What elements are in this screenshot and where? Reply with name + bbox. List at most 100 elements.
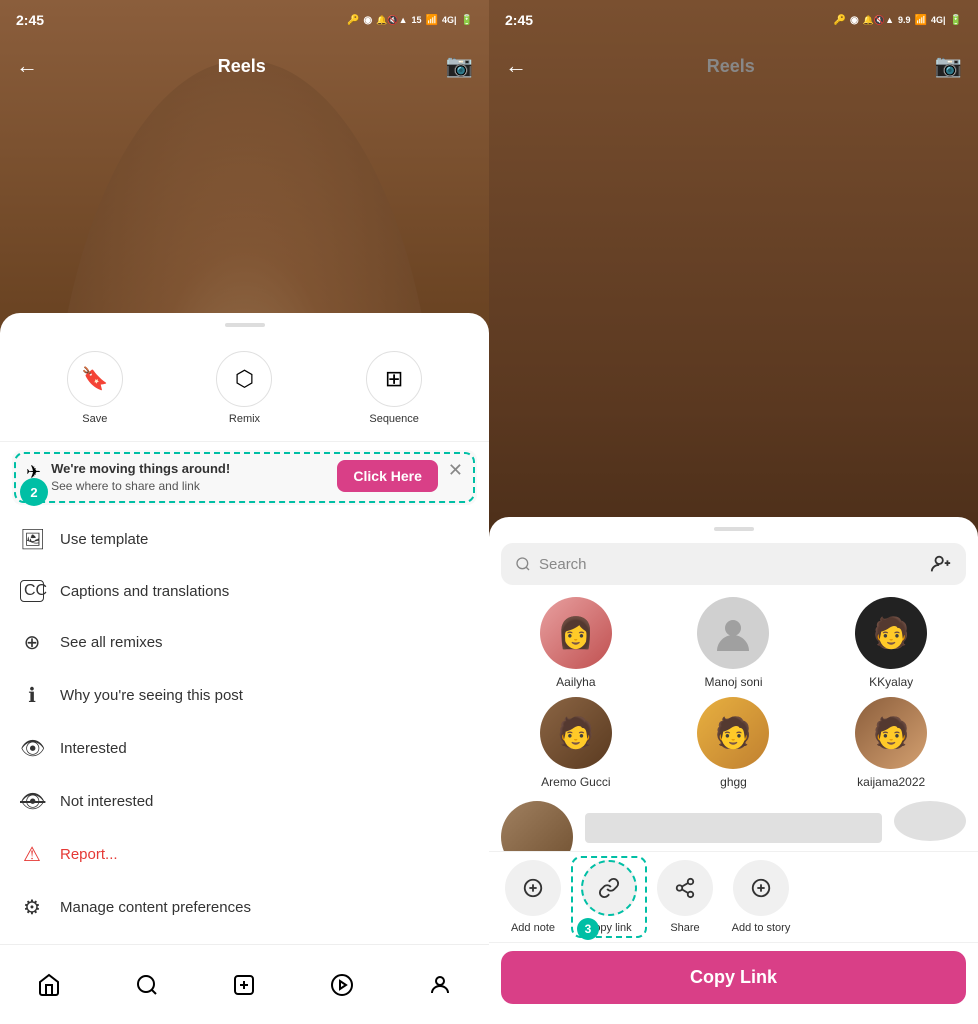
camera-icon-right[interactable]: 📷	[935, 53, 962, 79]
nav-reels[interactable]	[330, 973, 354, 997]
report-label: Report...	[60, 846, 118, 863]
sheet-icons-row: 🔖 Save ⬡ Remix ⊞ Sequence	[0, 343, 489, 442]
partial-contact-row	[489, 801, 978, 851]
sheet-handle	[225, 323, 265, 327]
contact-aailyha[interactable]: 👩 Aailyha	[501, 597, 651, 689]
captions-label: Captions and translations	[60, 583, 229, 600]
report-item[interactable]: ⚠ Report...	[0, 828, 489, 881]
share-actions-row: Add note Copy link Share A	[489, 851, 978, 943]
remixes-label: See all remixes	[60, 634, 163, 651]
status-icons-right: 🔑 ◉ 🔔🔇▲ 9.9 📶 4G| 🔋	[834, 15, 962, 26]
time-left: 2:45	[16, 12, 44, 28]
contact-name-manoj: Manoj soni	[704, 675, 762, 689]
banner-title: We're moving things around!	[51, 460, 327, 478]
captions-item[interactable]: CC Captions and translations	[0, 566, 489, 616]
avatar-kkyalay: 🧑	[855, 597, 927, 669]
time-right: 2:45	[505, 12, 533, 28]
add-person-icon	[930, 553, 952, 575]
back-button-right[interactable]: ←	[505, 53, 527, 79]
bottom-nav-left	[0, 944, 489, 1024]
contact-name-aailyha: Aailyha	[556, 675, 595, 689]
partial-text	[585, 813, 882, 843]
avatar-kaijama: 🧑	[855, 697, 927, 769]
interested-item[interactable]: 👁 Interested	[0, 722, 489, 775]
search-placeholder: Search	[539, 556, 587, 573]
partial-avatar-2	[894, 801, 966, 841]
use-template-item[interactable]: 🖼 Use template	[0, 513, 489, 566]
top-nav-left: ← Reels 📷	[0, 40, 489, 92]
add-person-button[interactable]	[930, 553, 952, 575]
remix-option[interactable]: ⬡ Remix	[216, 351, 272, 425]
captions-icon: CC	[20, 580, 44, 602]
share-action-btn[interactable]: Share	[653, 860, 717, 934]
copy-link-button[interactable]: Copy Link	[501, 951, 966, 1004]
why-seeing-item[interactable]: ℹ Why you're seeing this post	[0, 669, 489, 722]
nav-title-right: Reels	[707, 56, 755, 77]
camera-icon-left[interactable]: 📷	[446, 53, 473, 79]
interested-label: Interested	[60, 740, 127, 757]
nav-search[interactable]	[135, 973, 159, 997]
contact-kkyalay[interactable]: 🧑 KKyalay	[816, 597, 966, 689]
manage-content-item[interactable]: ⚙ Manage content preferences	[0, 881, 489, 934]
share-sheet: Search 👩 Aailyha Manoj soni 🧑 KKyalay	[489, 517, 978, 1024]
notification-banner: ✈ We're moving things around! See where …	[12, 450, 477, 505]
contact-name-kaijama: kaijama2022	[857, 775, 925, 789]
nav-home[interactable]	[37, 973, 61, 997]
contact-ghgg[interactable]: 🧑 ghgg	[659, 697, 809, 789]
save-option[interactable]: 🔖 Save	[67, 351, 123, 425]
use-template-icon: 🖼	[20, 527, 44, 552]
share-sheet-handle	[714, 527, 754, 531]
share-icon	[674, 877, 696, 899]
nav-title-left: Reels	[218, 56, 266, 77]
not-interested-label: Not interested	[60, 793, 153, 810]
not-interested-item[interactable]: 👁 Not interested	[0, 775, 489, 828]
sequence-option[interactable]: ⊞ Sequence	[366, 351, 422, 425]
interested-icon: 👁	[20, 736, 44, 761]
report-icon: ⚠	[20, 842, 44, 867]
share-circle	[657, 860, 713, 916]
partial-avatar-1	[501, 801, 573, 851]
search-bar[interactable]: Search	[501, 543, 966, 585]
top-nav-right: ← Reels 📷	[489, 40, 978, 92]
back-button-left[interactable]: ←	[16, 53, 38, 79]
add-story-icon	[750, 877, 772, 899]
nav-profile[interactable]	[428, 973, 452, 997]
contact-grid: 👩 Aailyha Manoj soni 🧑 KKyalay 🧑 Aremo G…	[489, 597, 978, 801]
add-to-story-action[interactable]: Add to story	[729, 860, 793, 934]
manage-content-icon: ⚙	[20, 895, 44, 920]
contact-aremo[interactable]: 🧑 Aremo Gucci	[501, 697, 651, 789]
click-here-button[interactable]: Click Here	[337, 460, 437, 492]
add-note-label: Add note	[511, 922, 555, 934]
copy-link-circle	[581, 860, 637, 916]
nav-add[interactable]	[232, 973, 256, 997]
step-badge-2: 2	[20, 478, 48, 506]
avatar-aremo: 🧑	[540, 697, 612, 769]
step-badge-3: 3	[577, 918, 599, 940]
not-interested-icon: 👁	[20, 789, 44, 814]
link-icon	[598, 877, 620, 899]
banner-subtitle: See where to share and link	[51, 478, 327, 495]
contact-manoj[interactable]: Manoj soni	[659, 597, 809, 689]
avatar-manoj	[697, 597, 769, 669]
contact-name-kkyalay: KKyalay	[869, 675, 913, 689]
banner-close-button[interactable]: ✕	[448, 460, 463, 481]
contact-kaijama[interactable]: 🧑 kaijama2022	[816, 697, 966, 789]
add-to-story-label: Add to story	[732, 922, 791, 934]
why-seeing-icon: ℹ	[20, 683, 44, 708]
manage-content-label: Manage content preferences	[60, 899, 251, 916]
why-seeing-label: Why you're seeing this post	[60, 687, 243, 704]
add-note-circle	[505, 860, 561, 916]
use-template-label: Use template	[60, 531, 148, 548]
remixes-icon: ⊕	[20, 630, 44, 655]
add-to-story-circle	[733, 860, 789, 916]
status-icons-left: 🔑 ◉ 🔔🔇▲ 15 📶 4G| 🔋	[347, 15, 473, 26]
add-note-action[interactable]: Add note	[501, 860, 565, 934]
contact-name-aremo: Aremo Gucci	[541, 775, 610, 789]
avatar-ghgg: 🧑	[697, 697, 769, 769]
share-label: Share	[670, 922, 699, 934]
see-all-remixes-item[interactable]: ⊕ See all remixes	[0, 616, 489, 669]
right-panel: 2:45 🔑 ◉ 🔔🔇▲ 9.9 📶 4G| 🔋 ← Reels 📷 Searc…	[489, 0, 978, 1024]
avatar-aailyha: 👩	[540, 597, 612, 669]
status-bar-right: 2:45 🔑 ◉ 🔔🔇▲ 9.9 📶 4G| 🔋	[489, 0, 978, 40]
contact-name-ghgg: ghgg	[720, 775, 747, 789]
